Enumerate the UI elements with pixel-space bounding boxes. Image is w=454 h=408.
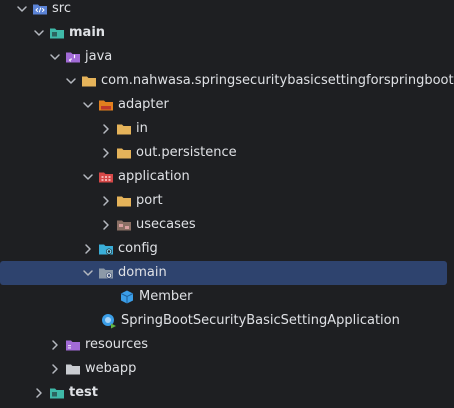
tree-item-resources[interactable]: resources [0,333,454,357]
source-root-folder-icon [32,1,48,17]
tree-item-label: resources [85,337,149,352]
chevron-down-icon[interactable] [47,49,63,65]
chevron-right-icon[interactable] [47,337,63,353]
tree-item-label: adapter [118,97,169,112]
chevron-down-icon[interactable] [80,97,96,113]
tree-item-label: main [69,25,106,40]
tree-item-label: config [118,241,158,256]
tree-item-label: usecases [136,217,196,232]
tree-item-label: src [52,1,71,16]
tree-item-label: Member [139,289,193,304]
tree-item-application[interactable]: application [0,165,454,189]
tree-item-label: com.nahwasa.springsecuritybasicsettingfo… [101,73,454,88]
tree-item-label: test [69,385,98,400]
tree-item-spring-boot-application[interactable]: SpringBootSecurityBasicSettingApplicatio… [0,309,454,333]
config-folder-icon [98,241,114,257]
chevron-right-icon[interactable] [47,361,63,377]
tree-item-usecases[interactable]: usecases [0,213,454,237]
tree-item-member[interactable]: Member [0,285,454,309]
chevron-down-icon[interactable] [80,265,96,281]
chevron-right-icon[interactable] [98,145,114,161]
folder-icon [116,121,132,137]
tree-item-java[interactable]: java [0,45,454,69]
tree-item-config[interactable]: config [0,237,454,261]
tree-item-label: application [118,169,190,184]
usecases-folder-icon [116,217,132,233]
tree-item-label: domain [118,265,167,280]
class-icon [119,289,135,305]
folder-icon [116,145,132,161]
tree-item-label: port [136,193,163,208]
chevron-right-icon[interactable] [98,193,114,209]
tree-item-label: java [85,49,113,64]
chevron-right-icon[interactable] [80,241,96,257]
tree-item-domain[interactable]: domain [0,261,454,285]
folder-icon [116,193,132,209]
tree-item-in[interactable]: in [0,117,454,141]
package-folder-icon [81,73,97,89]
chevron-down-icon[interactable] [31,25,47,41]
test-folder-icon [49,385,65,401]
tree-item-label: in [136,121,148,136]
chevron-down-icon[interactable] [80,169,96,185]
domain-folder-icon [98,265,114,281]
tree-item-label: SpringBootSecurityBasicSettingApplicatio… [121,313,400,328]
java-source-folder-icon [65,49,81,65]
tree-item-port[interactable]: port [0,189,454,213]
chevron-right-icon[interactable] [31,385,47,401]
tree-item-src[interactable]: src [0,0,454,21]
tree-item-main[interactable]: main [0,21,454,45]
tree-item-adapter[interactable]: adapter [0,93,454,117]
spring-boot-app-icon [101,313,117,329]
application-folder-icon [98,169,114,185]
adapter-folder-icon [98,97,114,113]
webapp-folder-icon [65,361,81,377]
tree-item-test[interactable]: test [0,381,454,405]
tree-item-out-persistence[interactable]: out.persistence [0,141,454,165]
module-folder-icon [49,25,65,41]
chevron-right-icon[interactable] [98,217,114,233]
project-tree: src main java com.nahwasa.springsecurity… [0,0,454,408]
tree-item-package[interactable]: com.nahwasa.springsecuritybasicsettingfo… [0,69,454,93]
chevron-down-icon[interactable] [14,1,30,17]
tree-item-label: webapp [85,361,137,376]
chevron-right-icon[interactable] [98,121,114,137]
chevron-down-icon[interactable] [63,73,79,89]
tree-item-webapp[interactable]: webapp [0,357,454,381]
tree-item-label: out.persistence [136,145,237,160]
resources-folder-icon [65,337,81,353]
